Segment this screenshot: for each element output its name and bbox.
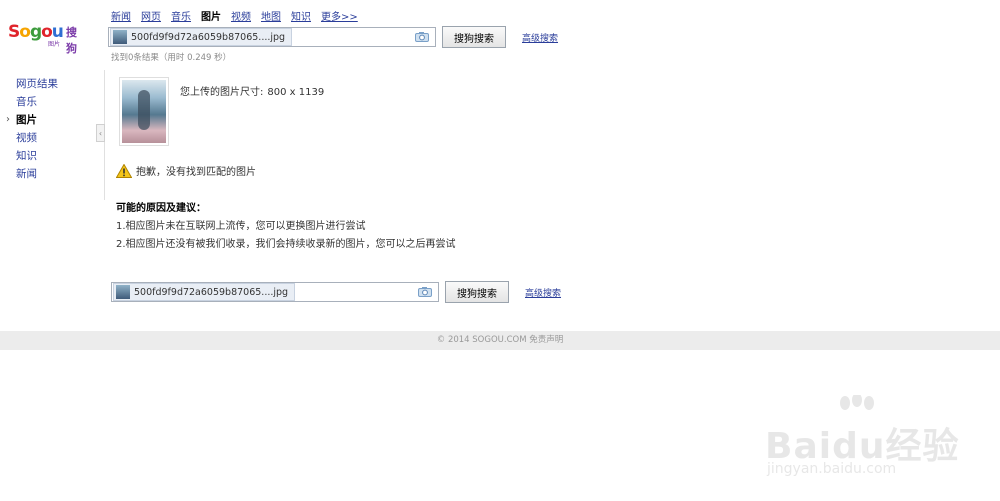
no-results-warning: 抱歉，没有找到匹配的图片	[116, 163, 256, 178]
sidebar-item-video[interactable]: 视频	[16, 129, 58, 147]
uploaded-image	[122, 80, 166, 143]
advanced-search-link[interactable]: 高级搜索	[522, 31, 558, 44]
sidebar-item-knowledge[interactable]: 知识	[16, 147, 58, 165]
collapse-sidebar-button[interactable]: ‹	[96, 124, 105, 142]
uploaded-file-chip[interactable]: 500fd9f9d72a6059b87065....jpg	[110, 28, 293, 46]
sidebar-item-label: 知识	[16, 150, 37, 162]
search-bar-bottom: 500fd9f9d72a6059b87065....jpg 搜狗搜索 高级搜索	[111, 281, 561, 303]
reason-item: 2.相应图片还没有被我们收录，我们会持续收录新的图片，您可以之后再尝试	[116, 239, 456, 250]
sidebar-item-images[interactable]: › 图片	[6, 111, 58, 129]
search-button[interactable]: 搜狗搜索	[442, 26, 506, 48]
file-name: 500fd9f9d72a6059b87065....jpg	[134, 286, 289, 298]
logo-sub: 图片	[48, 41, 61, 48]
reason-item: 1.相应图片未在互联网上流传，您可以更换图片进行尝试	[116, 221, 366, 232]
nav-map[interactable]: 地图	[261, 8, 281, 23]
sidebar-item-label: 图片	[16, 114, 37, 126]
top-nav: 新闻 网页 音乐 图片 视频 地图 知识 更多>>	[111, 8, 358, 23]
nav-knowledge[interactable]: 知识	[291, 8, 311, 23]
search-input-bottom[interactable]: 500fd9f9d72a6059b87065....jpg	[111, 282, 439, 302]
uploaded-image-preview	[119, 77, 169, 146]
file-thumbnail	[116, 285, 130, 299]
nav-web[interactable]: 网页	[141, 8, 161, 23]
watermark-url: jingyan.baidu.com	[767, 461, 897, 477]
camera-icon[interactable]	[415, 32, 429, 42]
uploaded-file-chip[interactable]: 500fd9f9d72a6059b87065....jpg	[113, 283, 296, 301]
nav-images[interactable]: 图片	[201, 8, 221, 23]
result-stats: 找到0条结果（用时 0.249 秒）	[111, 53, 232, 63]
image-size-label: 您上传的图片尺寸:	[180, 87, 264, 98]
sogou-logo[interactable]: Sogou 搜狗 图片	[8, 20, 86, 55]
file-thumbnail	[113, 30, 127, 44]
search-button-bottom[interactable]: 搜狗搜索	[445, 281, 509, 303]
sidebar-item-label: 网页结果	[16, 78, 58, 90]
sidebar-item-web[interactable]: 网页结果	[16, 75, 58, 93]
advanced-search-link-bottom[interactable]: 高级搜索	[525, 286, 561, 299]
sidebar-item-music[interactable]: 音乐	[16, 93, 58, 111]
search-bar-top: 500fd9f9d72a6059b87065....jpg 搜狗搜索 高级搜索	[108, 26, 558, 48]
sidebar-item-label: 音乐	[16, 96, 37, 108]
sidebar-item-label: 新闻	[16, 168, 37, 180]
footer: © 2014 SOGOU.COM 免责声明	[0, 331, 1000, 350]
reasons-title: 可能的原因及建议：	[116, 203, 206, 214]
nav-more[interactable]: 更多>>	[321, 8, 358, 23]
search-input[interactable]: 500fd9f9d72a6059b87065....jpg	[108, 27, 436, 47]
warning-icon	[116, 163, 132, 178]
camera-icon[interactable]	[418, 287, 432, 297]
nav-video[interactable]: 视频	[231, 8, 251, 23]
sidebar: 网页结果 音乐 › 图片 视频 知识 新闻	[6, 75, 58, 183]
image-size-value: 800 x 1139	[267, 87, 325, 98]
reasons-block: 可能的原因及建议： 1.相应图片未在互联网上流传，您可以更换图片进行尝试 2.相…	[116, 200, 456, 254]
logo-chinese: 搜狗	[66, 26, 77, 55]
nav-music[interactable]: 音乐	[171, 8, 191, 23]
warning-text: 抱歉，没有找到匹配的图片	[136, 167, 256, 178]
image-size-info: 您上传的图片尺寸: 800 x 1139	[180, 83, 324, 98]
baidu-jingyan-watermark: Baidu经验 jingyan.baidu.com	[765, 395, 975, 485]
file-name: 500fd9f9d72a6059b87065....jpg	[131, 31, 286, 43]
nav-news[interactable]: 新闻	[111, 8, 131, 23]
chevron-right-icon: ›	[6, 114, 10, 125]
sidebar-item-label: 视频	[16, 132, 37, 144]
sidebar-item-news[interactable]: 新闻	[16, 165, 58, 183]
